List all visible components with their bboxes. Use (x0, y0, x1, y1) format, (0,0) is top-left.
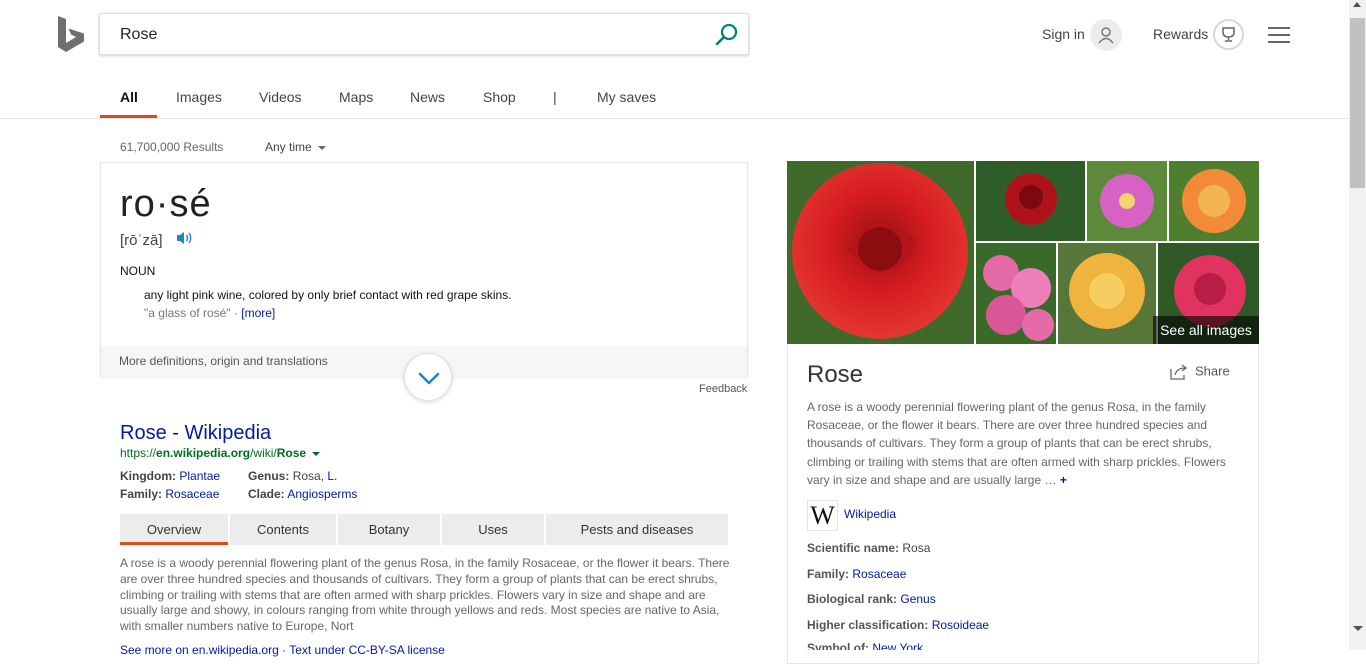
header-divider (0, 118, 1349, 119)
more-definitions-label: More definitions, origin and translation… (119, 354, 328, 368)
rewards-link[interactable]: Rewards (1153, 26, 1208, 42)
tab-shop[interactable]: Shop (483, 89, 516, 105)
tab-contents[interactable]: Contents (230, 514, 336, 545)
kingdom-link[interactable]: Plantae (179, 469, 220, 483)
wikipedia-result-title[interactable]: Rose - Wikipedia (120, 422, 271, 445)
more-link[interactable]: [more] (241, 306, 275, 320)
panel-title: Rose (807, 361, 864, 388)
avatar[interactable] (1090, 19, 1122, 51)
share-button[interactable]: Share (1169, 363, 1230, 381)
wikipedia-source-link[interactable]: Wikipedia (844, 507, 896, 521)
tab-all[interactable]: All (120, 89, 138, 105)
wikipedia-logo-icon: W (807, 500, 838, 531)
scroll-down-icon[interactable] (1353, 626, 1363, 631)
clade-link[interactable]: Angiosperms (287, 487, 357, 501)
panel-family-link[interactable]: Rosaceae (852, 567, 906, 581)
fact-family: Family: Rosaceae (120, 487, 220, 501)
page-scrollbar[interactable] (1349, 0, 1366, 650)
rose-image-2[interactable] (976, 161, 1085, 241)
rose-image-main[interactable] (787, 161, 974, 344)
wikipedia-result-url[interactable]: https://en.wikipedia.org/wiki/Rose (120, 446, 321, 460)
pronunciation: [rōˈzā] (120, 232, 163, 249)
tab-my-saves[interactable]: My saves (597, 89, 656, 105)
trophy-icon (1222, 27, 1235, 42)
tab-images[interactable]: Images (176, 89, 222, 105)
see-more-link[interactable]: See more on en.wikipedia.org · Text unde… (120, 643, 445, 657)
tab-botany[interactable]: Botany (338, 514, 440, 545)
tab-news[interactable]: News (410, 89, 445, 105)
panel-description: A rose is a woody perennial flowering pl… (807, 400, 1226, 487)
wikipedia-summary: A rose is a woody perennial flowering pl… (120, 556, 730, 634)
tab-uses[interactable]: Uses (442, 514, 544, 545)
share-label: Share (1195, 363, 1230, 379)
panel-fact-scientific-name: Scientific name: Rosa (807, 541, 931, 555)
tab-pests-and-diseases[interactable]: Pests and diseases (546, 514, 728, 545)
panel-rank-link[interactable]: Genus (900, 592, 935, 606)
knowledge-panel (787, 344, 1259, 664)
panel-symbol-link[interactable]: New York (872, 641, 923, 650)
rose-image-5[interactable] (976, 243, 1056, 344)
expand-description-button[interactable]: + (1060, 473, 1067, 487)
panel-fact-family: Family: Rosaceae (807, 567, 907, 581)
search-input[interactable] (120, 25, 700, 45)
expand-definition-button[interactable] (404, 353, 452, 401)
part-of-speech: NOUN (120, 264, 156, 278)
definition-meaning: any light pink wine, colored by only bri… (144, 288, 512, 302)
chevron-down-icon (418, 372, 440, 385)
genus-author-link[interactable]: L. (327, 469, 337, 483)
family-link[interactable]: Rosaceae (165, 487, 219, 501)
bing-logo-icon[interactable] (56, 16, 86, 54)
panel-fact-higher-classification: Higher classification: Rosoideae (807, 618, 990, 632)
scroll-thumb[interactable] (1350, 18, 1365, 188)
share-icon (1170, 364, 1188, 380)
tab-videos[interactable]: Videos (259, 89, 302, 105)
definition-example: "a glass of rosé" · [more] (144, 306, 276, 320)
rose-image-3[interactable] (1087, 161, 1167, 241)
rose-image-6[interactable] (1058, 243, 1156, 344)
caret-down-icon (317, 145, 326, 150)
panel-classification-link[interactable]: Rosoideae (932, 618, 989, 632)
menu-icon[interactable] (1268, 27, 1290, 43)
search-icon[interactable] (714, 22, 740, 48)
nav-separator: | (553, 89, 557, 105)
tab-maps[interactable]: Maps (339, 89, 373, 105)
speaker-icon[interactable] (176, 230, 194, 246)
tab-overview[interactable]: Overview (120, 514, 228, 545)
search-box (99, 13, 749, 55)
scroll-up-icon[interactable] (1353, 2, 1361, 7)
results-count: 61,700,000 Results (120, 140, 224, 154)
see-all-images-button[interactable]: See all images (1153, 316, 1259, 344)
fact-kingdom: Kingdom: Plantae (120, 469, 221, 483)
time-filter-label: Any time (265, 140, 312, 154)
time-filter-dropdown[interactable]: Any time (265, 140, 326, 154)
rewards-badge[interactable] (1213, 19, 1244, 50)
panel-fact-biological-rank: Biological rank: Genus (807, 592, 936, 606)
fact-genus: Genus: Rosa, L. (248, 469, 338, 483)
user-icon (1098, 27, 1114, 44)
definition-card: ro·sé [rōˈzā] NOUN any light pink wine, … (100, 162, 748, 377)
sign-in-link[interactable]: Sign in (1042, 26, 1085, 42)
definition-word: ro·sé (120, 183, 212, 225)
caret-down-icon[interactable] (312, 451, 321, 456)
rose-image-4[interactable] (1169, 161, 1259, 241)
panel-fact-symbol-of: Symbol of: New York (807, 641, 923, 650)
feedback-link[interactable]: Feedback (699, 383, 747, 395)
fact-clade: Clade: Angiosperms (248, 487, 358, 501)
